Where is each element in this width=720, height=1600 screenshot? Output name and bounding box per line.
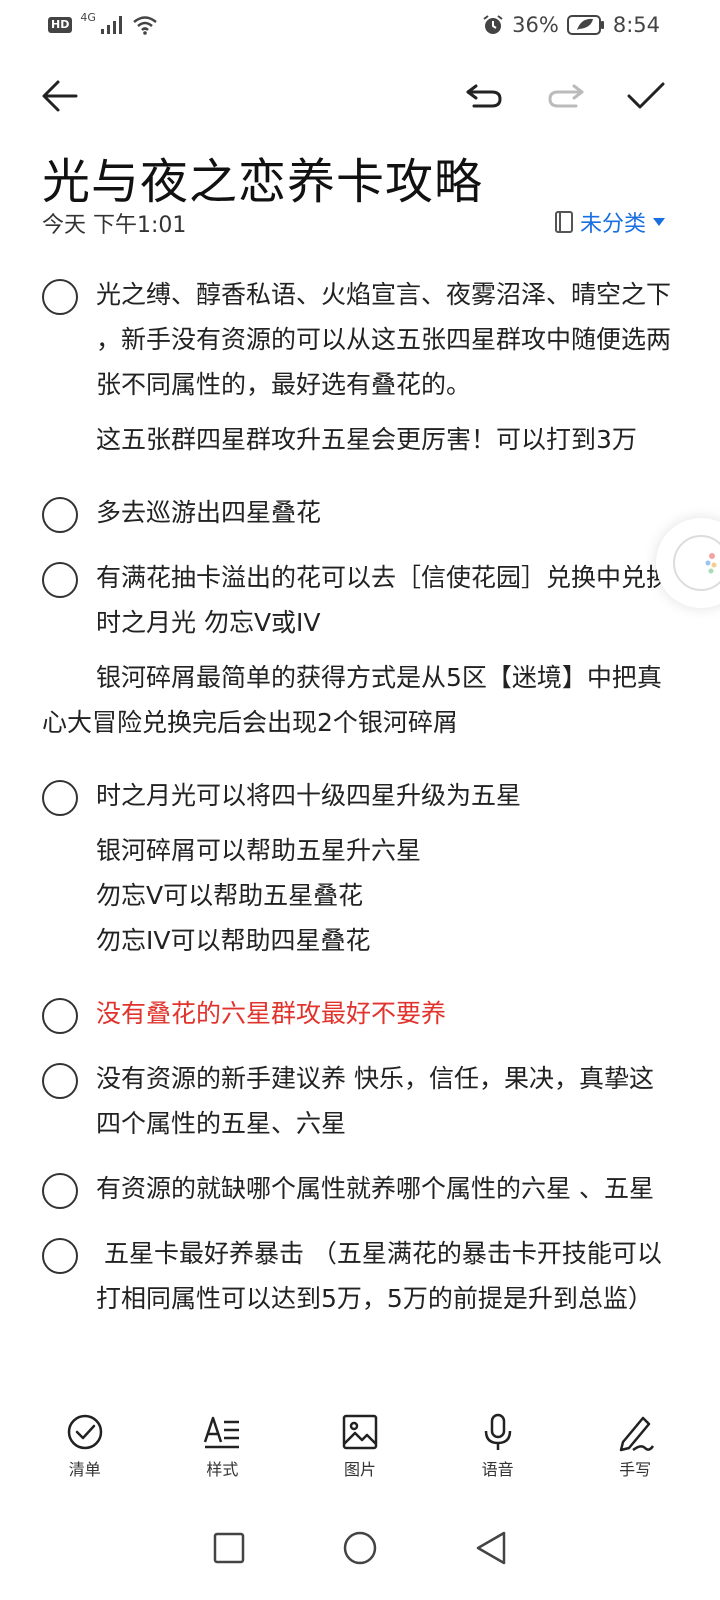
undo-button[interactable] [458, 70, 510, 122]
pen-icon [619, 1416, 655, 1452]
checklist-text: 五星卡最好养暴击 （五星满花的暴击卡开技能可以打相同属性可以达到5万，5万的前提… [96, 1239, 662, 1313]
battery-percent: 36% [512, 13, 559, 37]
checklist-item: 时之月光可以将四十级四星升级为五星 [0, 773, 720, 818]
alarm-icon [483, 15, 503, 34]
category-selector[interactable]: 未分类 [554, 206, 666, 238]
status-left: HD 4G [48, 11, 158, 35]
signal-icon [100, 16, 122, 34]
wifi-icon [133, 16, 157, 35]
checklist-text: 有资源的就缺哪个属性就养哪个属性的六星 、五星 [96, 1174, 654, 1203]
microphone-icon [484, 1413, 511, 1450]
note-content[interactable]: 光之缚、醇香私语、火焰宣言、夜雾沼泽、晴空之下 ，新手没有资源的可以从这五张四星… [0, 270, 720, 1398]
hd-badge: HD [48, 17, 73, 33]
checklist-item: 光之缚、醇香私语、火焰宣言、夜雾沼泽、晴空之下 ，新手没有资源的可以从这五张四星… [0, 272, 720, 407]
recents-square-icon[interactable] [212, 1531, 246, 1565]
text-style-icon [204, 1416, 240, 1449]
voice-tool[interactable]: 语音 [448, 1398, 548, 1490]
checkbox-circle[interactable] [42, 780, 78, 816]
status-bar: HD 4G 36% 8:54 [0, 0, 720, 50]
text-paragraph: 银河碎屑最简单的获得方式是从5区【迷境】中把真心大冒险兑换完后会出现2个银河碎屑 [42, 663, 662, 737]
text-paragraph: 勿忘V可以帮助五星叠花 [96, 881, 364, 910]
clock-time: 8:54 [612, 13, 660, 37]
text-paragraph: 勿忘IV可以帮助四星叠花 [96, 926, 371, 955]
image-label: 图片 [343, 1460, 376, 1479]
bottom-toolbar: 清单 样式 图片 语音 手写 [0, 1398, 720, 1490]
checkbox-circle[interactable] [42, 562, 78, 598]
checklist-item: 有资源的就缺哪个属性就养哪个属性的六星 、五星 [0, 1166, 720, 1211]
checklist-text: 没有叠花的六星群攻最好不要养 [96, 999, 447, 1028]
checkbox-circle[interactable] [42, 998, 78, 1034]
text-paragraph: 银河碎屑可以帮助五星升六星 [96, 836, 422, 865]
back-arrow-icon [42, 80, 78, 112]
checkbox-circle[interactable] [42, 1238, 78, 1274]
notebook-icon [554, 211, 573, 233]
text-paragraph: 这五张群四星群攻升五星会更厉害！可以打到3万 [96, 425, 637, 454]
system-nav-bar [0, 1496, 720, 1600]
image-tool[interactable]: 图片 [310, 1398, 410, 1490]
style-label: 样式 [206, 1460, 239, 1479]
battery-icon [566, 15, 604, 35]
checkbox-circle[interactable] [42, 1063, 78, 1099]
checklist-text: 多去巡游出四星叠花 [96, 498, 322, 527]
handwrite-label: 手写 [619, 1460, 652, 1479]
redo-button[interactable] [540, 70, 592, 122]
home-circle-icon[interactable] [342, 1530, 378, 1566]
handwrite-tool[interactable]: 手写 [585, 1398, 685, 1490]
checklist-item: 五星卡最好养暴击 （五星满花的暴击卡开技能可以打相同属性可以达到5万，5万的前提… [0, 1231, 720, 1321]
checklist-text: 没有资源的新手建议养 快乐，信任，果决，真挚这四个属性的五星、六星 [96, 1064, 654, 1138]
checklist-icon [67, 1414, 103, 1450]
check-icon [627, 82, 665, 109]
voice-label: 语音 [481, 1460, 514, 1479]
checkbox-circle[interactable] [42, 279, 78, 315]
done-button[interactable] [620, 70, 672, 122]
note-toolbar [0, 62, 720, 128]
checklist-text: 时之月光可以将四十级四星升级为五星 [96, 781, 522, 810]
checklist-text: 光之缚、醇香私语、火焰宣言、夜雾沼泽、晴空之下 ，新手没有资源的可以从这五张四星… [96, 280, 672, 399]
network-type: 4G [80, 10, 96, 24]
floating-assistant-inner [673, 535, 720, 591]
checklist-label: 清单 [68, 1460, 101, 1479]
undo-icon [466, 84, 502, 108]
image-icon [342, 1414, 378, 1450]
colorful-dots-icon [705, 553, 717, 574]
checklist-item: 有满花抽卡溢出的花可以去［信使花园］兑换中兑换时之月光 勿忘V或IV [0, 555, 720, 645]
checklist-text: 有满花抽卡溢出的花可以去［信使花园］兑换中兑换时之月光 勿忘V或IV [96, 563, 672, 637]
style-tool[interactable]: 样式 [172, 1398, 272, 1490]
triangle-down-icon [653, 218, 665, 226]
checklist-tool[interactable]: 清单 [35, 1398, 135, 1490]
checkbox-circle[interactable] [42, 497, 78, 533]
note-date: 今天 下午1:01 [42, 213, 187, 238]
checklist-item: 多去巡游出四星叠花 [0, 490, 720, 535]
checklist-item: 没有叠花的六星群攻最好不要养 [0, 991, 720, 1036]
back-triangle-icon[interactable] [474, 1530, 508, 1566]
redo-icon [548, 84, 584, 108]
status-right: 36% 8:54 [482, 13, 660, 37]
back-button[interactable] [34, 70, 86, 122]
checkbox-circle[interactable] [42, 1173, 78, 1209]
checklist-item: 没有资源的新手建议养 快乐，信任，果决，真挚这四个属性的五星、六星 [0, 1056, 720, 1146]
note-title[interactable]: 光与夜之恋养卡攻略 [42, 142, 483, 212]
category-label: 未分类 [579, 212, 646, 237]
